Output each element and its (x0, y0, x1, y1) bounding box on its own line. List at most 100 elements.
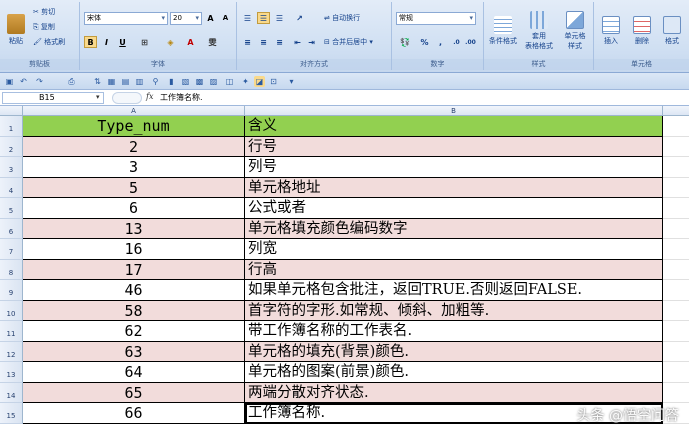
cell-type-num[interactable]: 3 (23, 157, 245, 178)
cell-type-num[interactable]: 64 (23, 362, 245, 383)
calc-icon[interactable]: ▩ (194, 76, 205, 87)
save-icon[interactable]: ▣ (4, 76, 15, 87)
row-header[interactable]: 10 (0, 300, 23, 321)
image-icon[interactable]: ▨ (208, 76, 219, 87)
cell-empty[interactable] (663, 301, 689, 321)
grow-font-button[interactable]: A (204, 12, 217, 24)
cell-meaning[interactable]: 公式或者 (245, 198, 663, 219)
cell-empty[interactable] (663, 137, 689, 157)
cell-meaning[interactable]: 单元格的填充(背景)颜色. (245, 341, 663, 362)
row-header[interactable]: 13 (0, 362, 23, 383)
formula-input[interactable]: 工作簿名称. (160, 92, 203, 104)
row-header[interactable]: 8 (0, 259, 23, 280)
freeze-icon[interactable]: ▧ (180, 76, 191, 87)
row-header[interactable]: 12 (0, 341, 23, 362)
column-icon[interactable]: ▮ (166, 76, 177, 87)
percent-button[interactable]: % (418, 36, 431, 48)
cell-empty[interactable] (663, 198, 689, 219)
column-header-b[interactable]: B (245, 106, 663, 116)
row-header[interactable]: 14 (0, 382, 23, 403)
cell-empty[interactable] (663, 239, 689, 260)
cell-empty[interactable] (663, 280, 689, 301)
row-header[interactable]: 2 (0, 136, 23, 157)
number-format-select[interactable]: 常规 (396, 12, 476, 25)
cell-meaning[interactable]: 单元格的图案(前景)颜色. (245, 362, 663, 383)
cell-type-num[interactable]: 46 (23, 280, 245, 301)
cell-meaning[interactable]: 列号 (245, 157, 663, 178)
phonetic-button[interactable]: 雯 (206, 36, 219, 48)
currency-button[interactable]: 💱 (396, 36, 414, 48)
grid-icon[interactable]: ▥ (134, 76, 145, 87)
format-painter-button[interactable]: 🖌 格式刷 (32, 36, 66, 48)
column-header-a[interactable]: A (23, 106, 245, 116)
camera-icon[interactable]: ⊡ (268, 76, 279, 87)
row-header[interactable]: 4 (0, 177, 23, 198)
font-color-button[interactable]: A (184, 36, 197, 48)
align-middle-button[interactable]: ☰ (257, 12, 270, 24)
cell-type-num[interactable]: 16 (23, 239, 245, 260)
row-header[interactable]: 11 (0, 321, 23, 342)
cell-meaning[interactable]: 首字符的字形.如常规、倾斜、加粗等. (245, 300, 663, 321)
row-header[interactable]: 15 (0, 403, 23, 424)
print-preview-icon[interactable]: ⎙ (66, 76, 77, 87)
cell-meaning[interactable]: 行号 (245, 136, 663, 157)
format-as-table-button[interactable]: 套用 表格格式 (522, 6, 556, 56)
cell-meaning[interactable]: 单元格地址 (245, 177, 663, 198)
align-center-button[interactable]: ≡ (257, 36, 270, 48)
increase-decimal-button[interactable]: .0 (450, 36, 463, 48)
decrease-decimal-button[interactable]: .00 (464, 36, 477, 48)
cell-type-num[interactable]: 58 (23, 300, 245, 321)
align-top-button[interactable]: ☰ (241, 12, 254, 24)
row-header[interactable]: 6 (0, 218, 23, 239)
chart-icon[interactable]: ▤ (120, 76, 131, 87)
cell-type-num[interactable]: 62 (23, 321, 245, 342)
cell-type-num[interactable]: 13 (23, 218, 245, 239)
filter-icon[interactable]: ⚲ (150, 76, 161, 87)
cell-meaning[interactable]: 带工作簿名称的工作表名. (245, 321, 663, 342)
cell-meaning[interactable]: 列宽 (245, 239, 663, 260)
redo-icon[interactable]: ↷ (34, 76, 45, 87)
row-header[interactable]: 3 (0, 157, 23, 178)
font-name-select[interactable]: 宋体 (84, 12, 168, 25)
cell-type-num[interactable]: 2 (23, 136, 245, 157)
name-box-dropdown-icon[interactable]: ▾ (96, 93, 100, 101)
select-icon[interactable]: ✦ (240, 76, 251, 87)
cell-meaning[interactable]: 单元格填充颜色编码数字 (245, 218, 663, 239)
row-header[interactable]: 5 (0, 198, 23, 219)
bold-button[interactable]: B (84, 36, 97, 48)
fill-color-button[interactable]: ◈ (164, 36, 177, 48)
italic-button[interactable]: I (100, 36, 113, 48)
cell-type-num[interactable]: Type_num (23, 116, 245, 137)
sort-icon[interactable]: ⇅ (92, 76, 103, 87)
cell-type-num[interactable]: 66 (23, 403, 245, 424)
row-header[interactable]: 7 (0, 239, 23, 260)
copy-button[interactable]: ⎘ 复制 (32, 21, 56, 33)
orientation-button[interactable]: ↗ (293, 12, 306, 24)
name-box[interactable]: B15 (2, 92, 104, 104)
cell-type-num[interactable]: 6 (23, 198, 245, 219)
cell-empty[interactable] (663, 219, 689, 239)
underline-button[interactable]: U (116, 36, 129, 48)
table-icon[interactable]: ▦ (106, 76, 117, 87)
cell-empty[interactable] (663, 321, 689, 342)
cell-empty[interactable] (663, 116, 689, 137)
cell-type-num[interactable]: 17 (23, 259, 245, 280)
cell-meaning[interactable]: 两端分散对齐状态. (245, 382, 663, 403)
cell-type-num[interactable]: 63 (23, 341, 245, 362)
macro-icon[interactable]: ◫ (224, 76, 235, 87)
align-bottom-button[interactable]: ☰ (273, 12, 286, 24)
border-button[interactable]: ⊞ (138, 36, 151, 48)
cancel-formula-icon[interactable] (112, 92, 142, 104)
cell-meaning[interactable]: 含义 (245, 116, 663, 137)
increase-indent-button[interactable]: ⇥ (305, 36, 318, 48)
row-header[interactable]: 9 (0, 280, 23, 301)
fx-icon[interactable]: fx (146, 92, 153, 101)
cell-meaning[interactable]: 如果单元格包含批注，返回TRUE.否则返回FALSE. (245, 280, 663, 301)
cell-type-num[interactable]: 65 (23, 382, 245, 403)
merge-center-button[interactable]: ⊟ 合并后居中 ▾ (323, 36, 374, 48)
delete-cells-button[interactable]: 删除 (627, 6, 657, 56)
insert-cells-button[interactable]: 插入 (596, 6, 626, 56)
row-header[interactable]: 1 (0, 116, 23, 137)
cell-empty[interactable] (663, 157, 689, 178)
select-all-corner[interactable] (0, 106, 23, 116)
